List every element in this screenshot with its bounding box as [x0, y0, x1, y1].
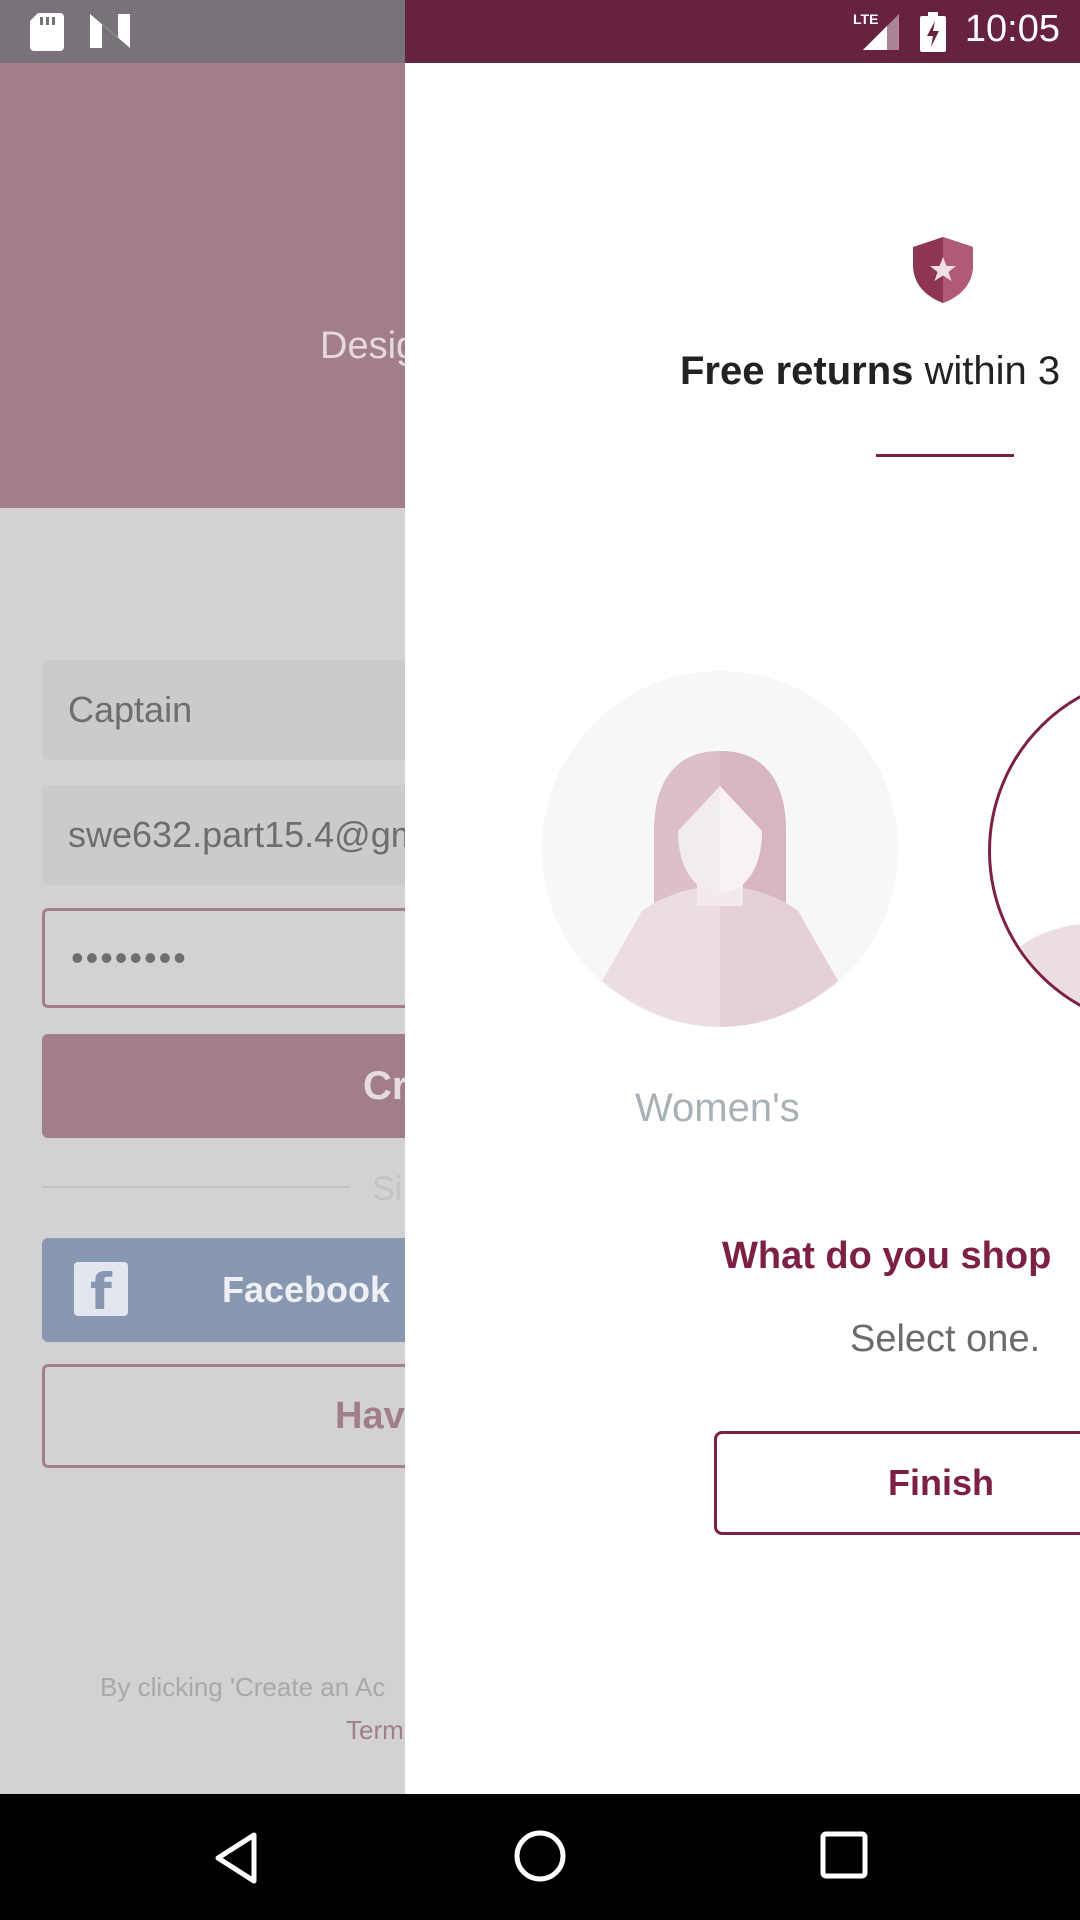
status-time: 10:05 — [964, 8, 1060, 50]
battery-charging-icon — [920, 12, 946, 52]
facebook-button-label: Facebook — [222, 1269, 391, 1310]
create-account-label: Cr — [363, 1064, 408, 1108]
divider-text: Si — [372, 1170, 403, 1208]
accent-divider — [876, 454, 1014, 457]
back-icon[interactable] — [212, 1831, 260, 1885]
signup-tagline: Desig — [320, 325, 418, 367]
mens-option[interactable] — [988, 673, 1080, 1029]
terms-text: By clicking 'Create an Ac — [100, 1672, 386, 1702]
recents-icon[interactable] — [820, 1831, 868, 1879]
select-one-instruction: Select one. — [850, 1318, 1041, 1360]
womens-option[interactable] — [542, 671, 898, 1027]
status-bar: LTE 10:05 — [0, 0, 1080, 63]
free-returns-rest: within 3 — [913, 349, 1061, 393]
terms-link[interactable]: Term — [346, 1715, 404, 1746]
sd-card-icon — [30, 13, 64, 51]
shop-question: What do you shop — [722, 1235, 1052, 1277]
navigation-bar — [0, 1794, 1080, 1920]
free-returns-text: Free returns within 3 — [680, 349, 1060, 394]
man-avatar-icon — [991, 924, 1080, 1026]
divider-line — [42, 1186, 350, 1188]
lte-label: LTE — [853, 11, 878, 27]
shield-star-icon — [913, 237, 973, 303]
facebook-icon: f — [74, 1262, 128, 1321]
home-icon[interactable] — [513, 1829, 567, 1883]
womens-label: Women's — [635, 1086, 800, 1130]
n-logo-icon — [90, 14, 130, 48]
preference-drawer: Free returns within 3 Women's What do yo… — [405, 63, 1080, 1794]
finish-button[interactable]: Finish — [714, 1431, 1080, 1535]
lte-signal-icon: LTE — [853, 11, 899, 50]
free-returns-bold: Free returns — [680, 349, 914, 393]
woman-avatar-icon — [602, 751, 838, 1027]
status-bar-dimmed-area — [0, 0, 405, 63]
